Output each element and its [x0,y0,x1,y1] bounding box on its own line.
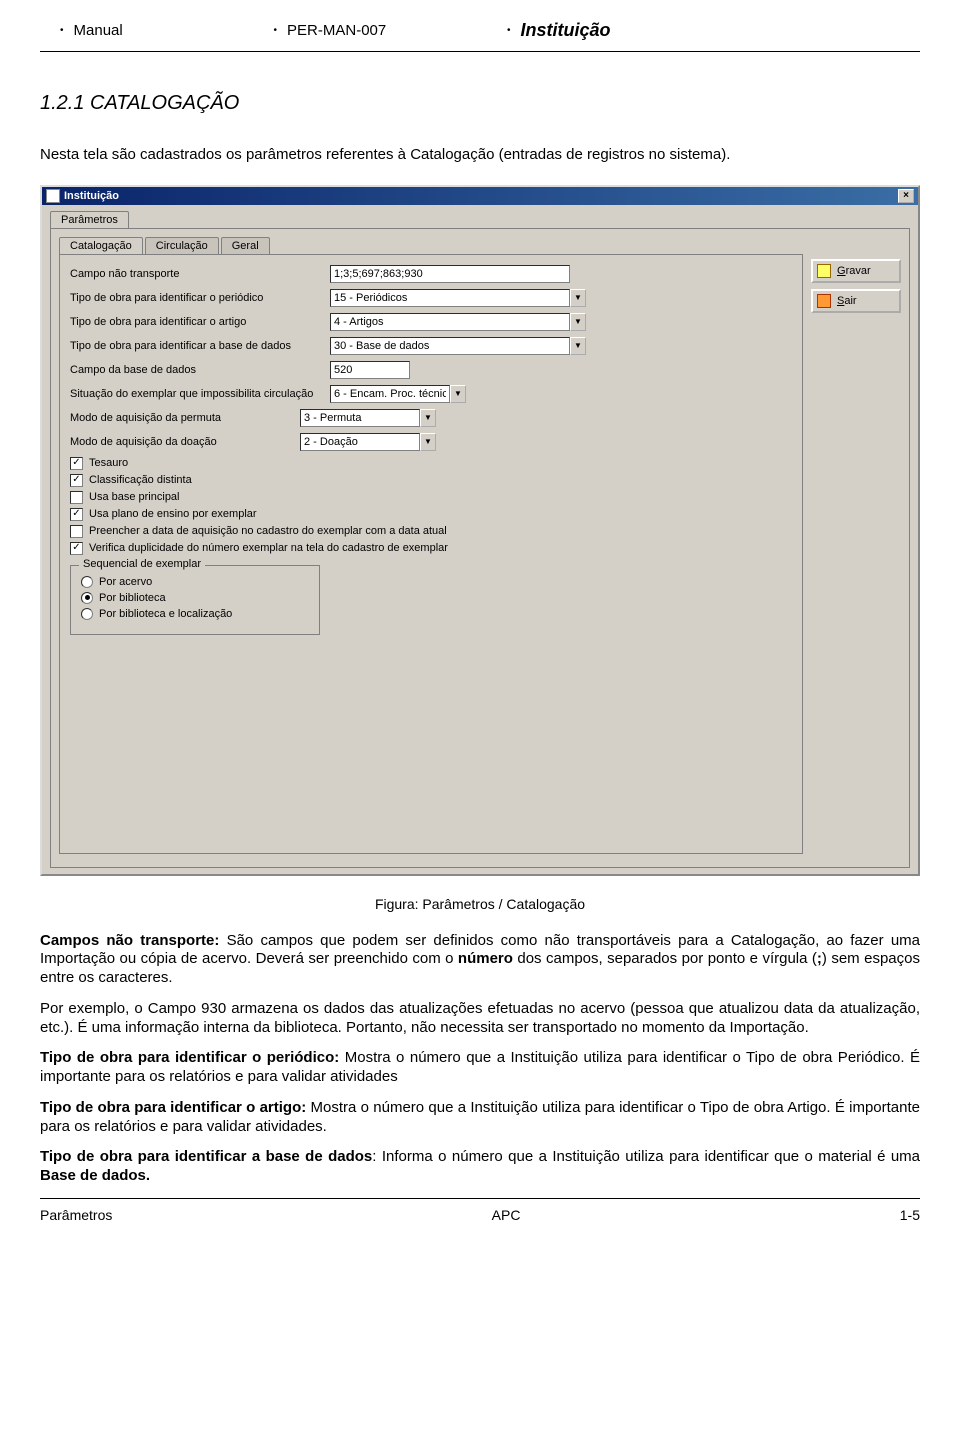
label-tipo-base: Tipo de obra para identificar a base de … [70,340,330,352]
p5-lead: Tipo de obra para identificar a base de … [40,1148,372,1165]
select-modo-doacao[interactable] [300,433,420,451]
chevron-down-icon[interactable]: ▼ [570,289,586,307]
footer: Parâmetros APC 1-5 [40,1203,920,1243]
checkbox-row: ✓ Verifica duplicidade do número exemplar… [70,542,792,555]
tab-geral[interactable]: Geral [221,237,270,254]
p1-lead: Campos não transporte: [40,932,219,949]
label-tipo-artigo: Tipo de obra para identificar o artigo [70,316,330,328]
tab-circulacao[interactable]: Circulação [145,237,219,254]
header-institution: Instituição [521,20,611,41]
radio-row: Por biblioteca e localização [81,608,309,620]
close-icon[interactable]: × [898,189,914,203]
tab-catalogacao[interactable]: Catalogação [59,237,143,254]
radio-label: Por biblioteca e localização [99,608,232,620]
radio[interactable] [81,576,93,588]
checkbox-label: Preencher a data de aquisição no cadastr… [89,525,447,537]
chevron-down-icon[interactable]: ▼ [450,385,466,403]
radio-label: Por acervo [99,576,152,588]
section-title: 1.2.1 CATALOGAÇÃO [40,92,920,115]
legend-sequencial: Sequencial de exemplar [79,558,205,570]
p4-lead: Tipo de obra para identificar o artigo: [40,1099,306,1116]
select-modo-permuta[interactable] [300,409,420,427]
label-situacao-circ: Situação do exemplar que impossibilita c… [70,388,330,400]
checkbox-row: ✓ Usa plano de ensino por exemplar [70,508,792,521]
radio-row: Por biblioteca [81,592,309,604]
titlebar: Instituição × [42,187,918,205]
chevron-down-icon[interactable]: ▼ [420,409,436,427]
app-icon [46,189,60,203]
label-modo-permuta: Modo de aquisição da permuta [70,412,300,424]
checkbox-row: Preencher a data de aquisição no cadastr… [70,525,792,538]
label-tipo-periodico: Tipo de obra para identificar o periódic… [70,292,330,304]
footer-right: 1-5 [900,1207,920,1223]
input-campo-nao-transporte[interactable] [330,265,570,283]
footer-center: APC [492,1207,521,1223]
chevron-down-icon[interactable]: ▼ [420,433,436,451]
select-situacao-circ[interactable] [330,385,450,403]
checkbox-row: ✓ Tesauro [70,457,792,470]
figure-caption: Figura: Parâmetros / Catalogação [40,896,920,912]
select-tipo-base[interactable] [330,337,570,355]
checkbox[interactable] [70,525,83,538]
header-code: PER-MAN-007 [287,22,487,39]
save-icon [817,264,831,278]
select-tipo-periodico[interactable] [330,289,570,307]
body-text: Campos não transporte: São campos que po… [40,932,920,1186]
exit-button[interactable]: Sair [811,289,901,313]
checkbox-row: Usa base principal [70,491,792,504]
label-campo-base: Campo da base de dados [70,364,330,376]
checkbox[interactable]: ✓ [70,474,83,487]
checkbox-row: ✓ Classificação distinta [70,474,792,487]
checkbox[interactable]: ✓ [70,457,83,470]
input-campo-base[interactable] [330,361,410,379]
checkbox-label: Usa plano de ensino por exemplar [89,508,257,520]
p3-lead: Tipo de obra para identificar o periódic… [40,1049,339,1066]
radio[interactable] [81,608,93,620]
checkbox-label: Verifica duplicidade do número exemplar … [89,542,448,554]
fieldset-sequencial: Sequencial de exemplar Por acervoPor bib… [70,565,320,635]
chevron-down-icon[interactable]: ▼ [570,313,586,331]
checkbox-label: Usa base principal [89,491,180,503]
intro-text: Nesta tela são cadastrados os parâmetros… [40,145,920,165]
doc-header: • Manual • PER-MAN-007 • Instituição [40,20,920,41]
checkbox[interactable]: ✓ [70,542,83,555]
checkbox[interactable] [70,491,83,504]
app-window: Instituição × Parâmetros Catalogação Cir… [40,185,920,876]
p2: Por exemplo, o Campo 930 armazena os dad… [40,1000,920,1038]
checkbox-label: Tesauro [89,457,128,469]
select-tipo-artigo[interactable] [330,313,570,331]
footer-left: Parâmetros [40,1207,112,1223]
header-manual: Manual [74,22,254,39]
label-campo-nao-transporte: Campo não transporte [70,268,330,280]
radio-label: Por biblioteca [99,592,166,604]
checkbox[interactable]: ✓ [70,508,83,521]
save-button[interactable]: Gravar [811,259,901,283]
checkbox-label: Classificação distinta [89,474,192,486]
chevron-down-icon[interactable]: ▼ [570,337,586,355]
exit-icon [817,294,831,308]
tab-parametros[interactable]: Parâmetros [50,211,129,228]
window-title: Instituição [64,190,898,202]
radio[interactable] [81,592,93,604]
label-modo-doacao: Modo de aquisição da doação [70,436,300,448]
radio-row: Por acervo [81,576,309,588]
